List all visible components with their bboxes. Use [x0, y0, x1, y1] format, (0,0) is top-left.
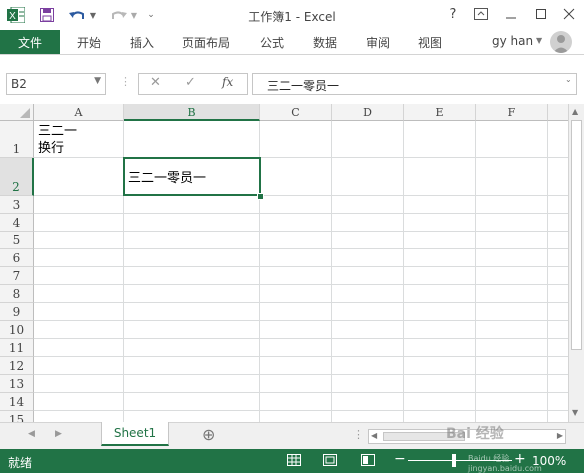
column-header-g-partial[interactable]	[548, 104, 568, 121]
name-box-dropdown-icon[interactable]: ▼	[94, 76, 101, 86]
hscroll-right-icon[interactable]: ▶	[557, 431, 563, 440]
row-header-6[interactable]: 6	[0, 249, 34, 267]
fill-handle[interactable]	[257, 193, 264, 200]
row-header-11[interactable]: 11	[0, 339, 34, 357]
column-header-a[interactable]: A	[34, 104, 124, 121]
scroll-up-icon[interactable]: ▲	[572, 107, 578, 116]
gridline	[34, 410, 568, 411]
gridline	[34, 248, 568, 249]
sheet-tab-bar: ◀ ▶ Sheet1 ⊕ ⋮ ◀ ▶ Bai 经验	[0, 422, 584, 449]
row-header-14[interactable]: 14	[0, 393, 34, 411]
row-header-13[interactable]: 13	[0, 375, 34, 393]
column-header-f[interactable]: F	[476, 104, 548, 121]
row-header-1[interactable]: 1	[0, 121, 34, 158]
gridline	[34, 338, 568, 339]
window-title: 工作簿1 - Excel	[248, 10, 336, 24]
avatar[interactable]	[550, 31, 572, 53]
gridline	[34, 284, 568, 285]
cell-a1-line-1[interactable]: 三二一	[38, 124, 77, 140]
gridline	[34, 374, 568, 375]
column-header-c[interactable]: C	[260, 104, 332, 121]
gridline	[34, 266, 568, 267]
sheet-scroll-right-icon[interactable]: ▶	[55, 429, 62, 439]
vertical-scrollbar[interactable]: ▲ ▼	[568, 104, 584, 422]
formula-input[interactable]: 三二一零员一	[252, 73, 577, 95]
gridline	[34, 320, 568, 321]
worksheet-grid[interactable]: A B C D E F 1 2 3 4 5 6 7 8 9 10 11 12 1…	[0, 104, 568, 422]
enter-icon[interactable]: ✓	[185, 75, 196, 90]
gridline	[331, 121, 332, 422]
gridline	[34, 157, 568, 158]
page-layout-view-icon[interactable]	[322, 452, 340, 468]
tab-formulas[interactable]: 公式	[260, 34, 284, 51]
cancel-icon[interactable]: ✕	[150, 75, 161, 90]
gridline	[34, 195, 568, 196]
tab-home[interactable]: 开始	[77, 34, 101, 51]
new-sheet-icon[interactable]: ⊕	[202, 425, 215, 444]
scroll-down-icon[interactable]: ▼	[572, 408, 578, 417]
column-header-b[interactable]: B	[124, 104, 260, 121]
tab-page-layout[interactable]: 页面布局	[182, 34, 230, 51]
expand-formula-bar-icon[interactable]: ⌄	[565, 75, 572, 84]
gridline	[475, 121, 476, 422]
cell-b2-value: 三二一零员一	[128, 171, 207, 186]
gridline	[403, 121, 404, 422]
zoom-slider-thumb[interactable]	[452, 454, 456, 467]
ribbon-display-options-icon[interactable]	[470, 4, 492, 24]
minimize-icon[interactable]	[500, 4, 522, 24]
status-ready-text: 就绪	[8, 456, 33, 470]
gridline	[34, 356, 568, 357]
row-header-5[interactable]: 5	[0, 232, 34, 249]
column-header-d[interactable]: D	[332, 104, 404, 121]
row-header-9[interactable]: 9	[0, 303, 34, 321]
status-bar: 就绪 − + 100% Baidu 经验 jingyan.baidu.com	[0, 449, 584, 473]
name-box[interactable]: B2 ▼	[6, 73, 106, 95]
formula-bar-grip-icon: ⋮	[120, 75, 131, 88]
cell-a1-line-2[interactable]: 换行	[38, 141, 64, 157]
hscroll-left-icon[interactable]: ◀	[371, 431, 377, 440]
tab-view[interactable]: 视图	[418, 34, 442, 51]
sheet-scroll-left-icon[interactable]: ◀	[28, 429, 35, 439]
user-name[interactable]: gy han	[492, 34, 533, 48]
gridline	[34, 231, 568, 232]
watermark-logo: Bai 经验	[446, 426, 504, 442]
tab-file[interactable]: 文件	[0, 30, 60, 54]
name-box-value: B2	[11, 77, 27, 91]
tab-data[interactable]: 数据	[313, 34, 337, 51]
row-header-2[interactable]: 2	[0, 158, 34, 196]
close-icon[interactable]	[558, 4, 580, 24]
gridline	[34, 213, 568, 214]
maximize-icon[interactable]	[530, 4, 552, 24]
gridline	[34, 392, 568, 393]
gridline	[547, 121, 548, 422]
help-button[interactable]: ?	[442, 4, 464, 24]
watermark-text: Baidu 经验 jingyan.baidu.com	[468, 454, 542, 473]
active-cell-b2[interactable]: 三二一零员一	[123, 157, 261, 196]
insert-function-icon[interactable]: fx	[222, 75, 233, 89]
row-header-4[interactable]: 4	[0, 214, 34, 232]
user-dropdown-icon[interactable]: ▼	[536, 36, 542, 45]
ribbon-tab-bar: 文件 开始 插入 页面布局 公式 数据 审阅 视图 gy han ▼	[0, 30, 584, 55]
tab-split-grip-icon[interactable]: ⋮	[353, 428, 364, 441]
tab-insert[interactable]: 插入	[130, 34, 154, 51]
vertical-scroll-thumb[interactable]	[571, 120, 582, 350]
column-header-e[interactable]: E	[404, 104, 476, 121]
sheet-tab-sheet1[interactable]: Sheet1	[101, 422, 169, 446]
page-break-preview-icon[interactable]	[360, 452, 378, 468]
title-bar: X ▼ ▼ ⌄ 工作簿1 - Excel ?	[0, 0, 584, 30]
row-header-12[interactable]: 12	[0, 357, 34, 375]
row-header-7[interactable]: 7	[0, 267, 34, 285]
tab-review[interactable]: 审阅	[366, 34, 390, 51]
select-all-corner[interactable]	[0, 104, 34, 121]
row-header-15[interactable]: 15	[0, 411, 34, 422]
zoom-out-icon[interactable]: −	[394, 451, 406, 467]
normal-view-icon[interactable]	[286, 452, 304, 468]
row-header-3[interactable]: 3	[0, 196, 34, 214]
row-header-8[interactable]: 8	[0, 285, 34, 303]
gridline	[34, 302, 568, 303]
row-header-10[interactable]: 10	[0, 321, 34, 339]
